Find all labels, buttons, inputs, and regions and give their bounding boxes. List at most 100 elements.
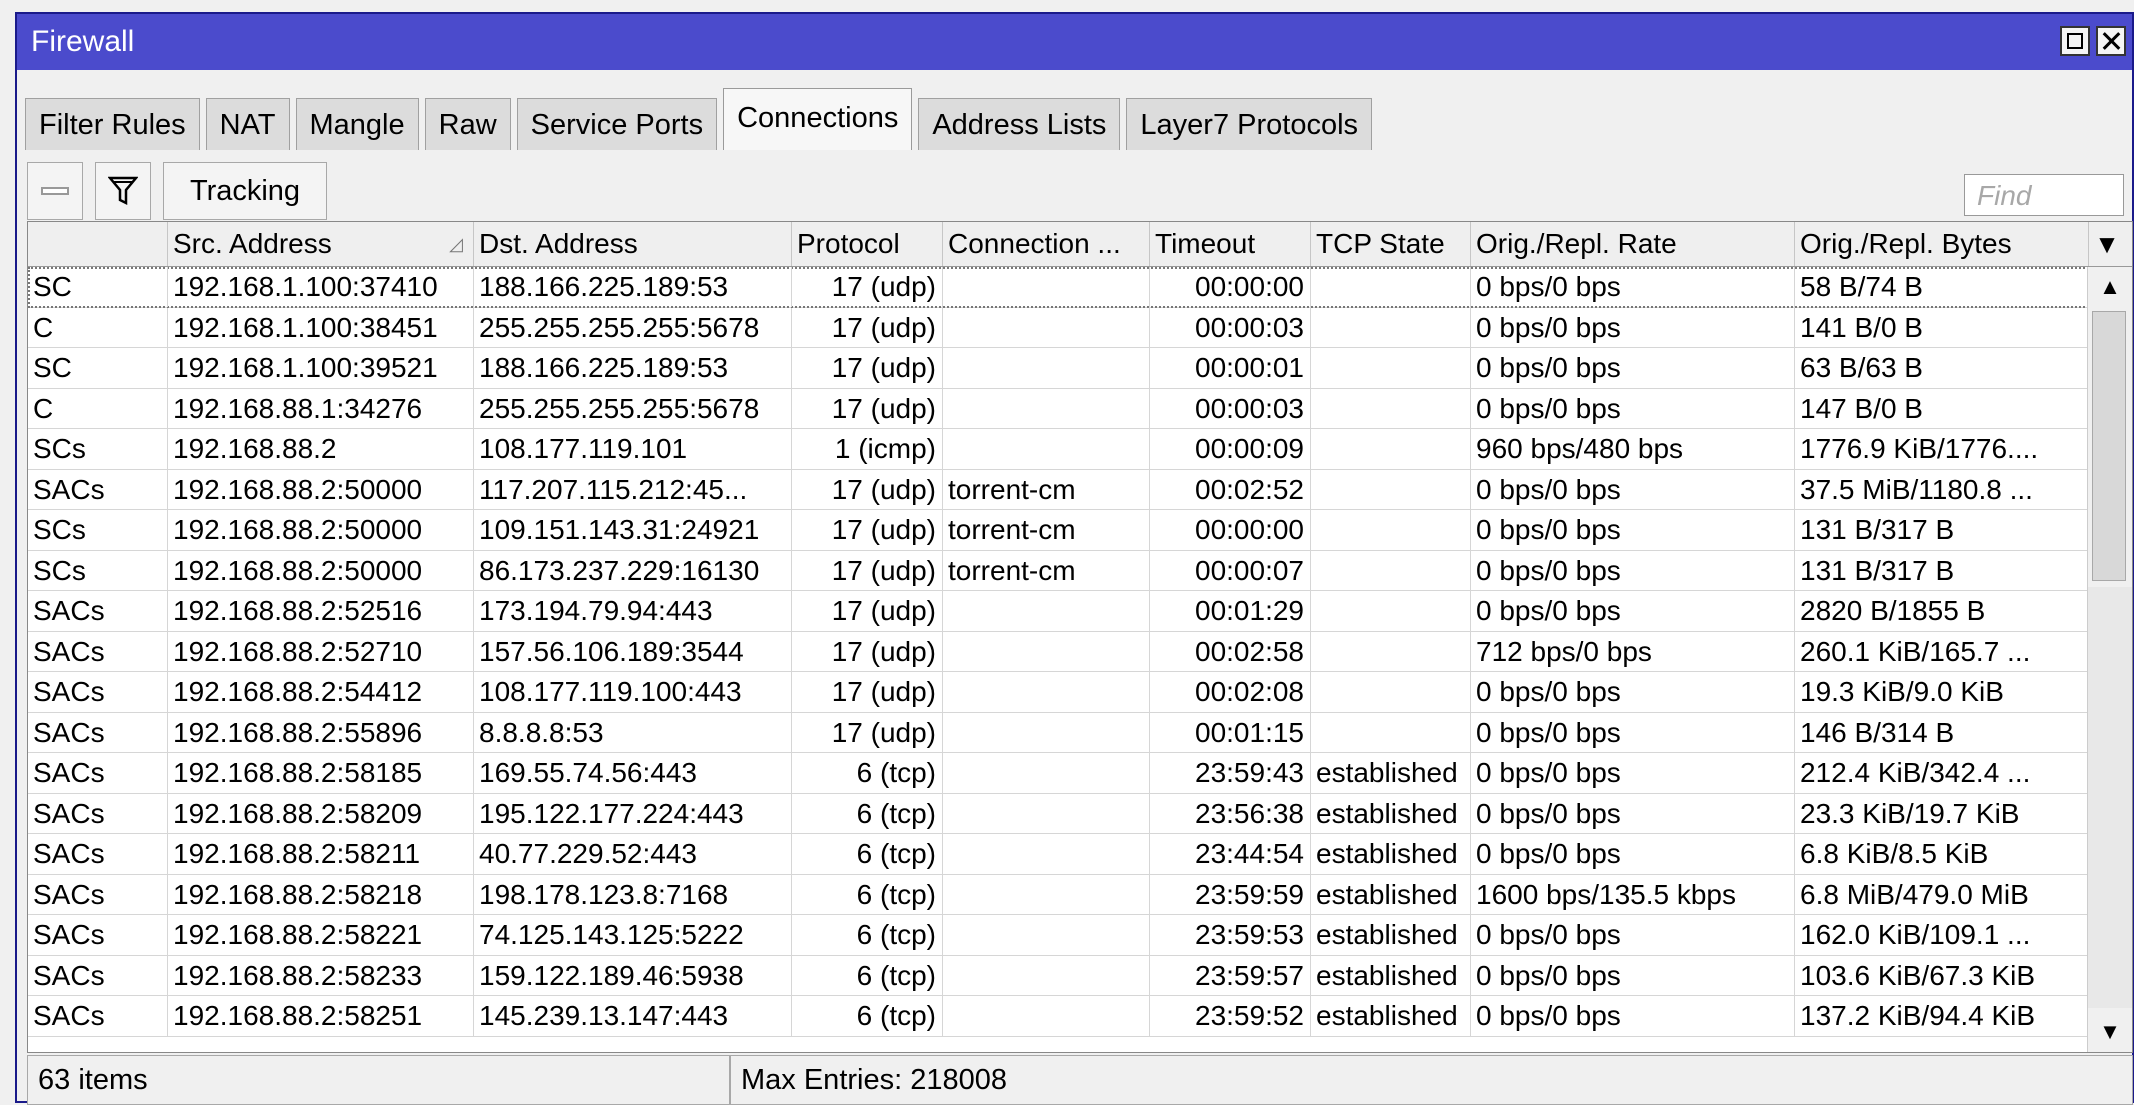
cell-tcp-state: [1311, 267, 1471, 307]
table-row[interactable]: SC 192.168.1.100:39521 188.166.225.189:53 1…: [28, 348, 2089, 389]
cell-timeout: 23:44:54: [1150, 834, 1311, 874]
column-header-tcp-state[interactable]: TCP State: [1311, 222, 1471, 266]
minus-icon: [41, 187, 69, 195]
column-header-orig-repl-rate[interactable]: Orig./Repl. Rate: [1471, 222, 1795, 266]
cell-connection-type: [943, 996, 1150, 1036]
table-row[interactable]: SACs 192.168.88.2:58185 169.55.74.56:443 6 …: [28, 753, 2089, 794]
column-header-timeout[interactable]: Timeout: [1150, 222, 1311, 266]
cell-src-address: 192.168.88.2:58185: [168, 753, 474, 793]
cell-connection-type: [943, 429, 1150, 469]
cell-src-address: 192.168.1.100:39521: [168, 348, 474, 388]
maximize-icon[interactable]: [2060, 26, 2090, 56]
cell-orig-repl-rate: 0 bps/0 bps: [1471, 550, 1795, 591]
table-row[interactable]: SACs 192.168.88.2:58221 74.125.143.125:522…: [28, 915, 2089, 956]
cell-orig-repl-rate: 0 bps/0 bps: [1471, 348, 1795, 388]
cell-orig-repl-rate: 0 bps/0 bps: [1471, 469, 1795, 510]
tab-raw[interactable]: Raw: [424, 98, 511, 150]
tab-address-lists[interactable]: Address Lists: [918, 98, 1121, 150]
cell-dst-address: 169.55.74.56:443: [474, 753, 792, 793]
table-row[interactable]: SACs 192.168.88.2:58209 195.122.177.224:44…: [28, 793, 2089, 834]
cell-flags: SCs: [28, 550, 168, 591]
tab-mangle[interactable]: Mangle: [295, 98, 419, 150]
scroll-track[interactable]: [2088, 587, 2132, 1008]
cell-orig-repl-bytes: 6.8 MiB/479.0 MiB: [1795, 874, 2089, 915]
cell-timeout: 23:56:38: [1150, 793, 1311, 834]
cell-dst-address: 117.207.115.212:45...: [474, 469, 792, 510]
cell-protocol: 6 (tcp): [792, 753, 943, 793]
column-header-connection-type[interactable]: Connection ...: [943, 222, 1150, 266]
table-row[interactable]: C 192.168.1.100:38451 255.255.255.255:5678…: [28, 307, 2089, 348]
cell-tcp-state: [1311, 712, 1471, 753]
column-header-orig-repl-bytes[interactable]: Orig./Repl. Bytes: [1795, 222, 2089, 266]
table-row[interactable]: C 192.168.88.1:34276 255.255.255.255:5678 1…: [28, 388, 2089, 429]
column-header-flags[interactable]: [28, 222, 168, 266]
table-header: Src. Address ◿ Dst. Address Protocol Connect…: [28, 222, 2132, 267]
table-row[interactable]: SACs 192.168.88.2:58211 40.77.229.52:443 6 …: [28, 834, 2089, 875]
table-row[interactable]: SACs 192.168.88.2:55896 8.8.8.8:53 17 (udp)…: [28, 712, 2089, 753]
vertical-scrollbar[interactable]: ▲ ▼: [2087, 267, 2132, 1052]
column-header-label: Orig./Repl. Bytes: [1800, 228, 2012, 259]
cell-timeout: 00:00:00: [1150, 510, 1311, 550]
tracking-button[interactable]: Tracking: [163, 162, 327, 220]
cell-connection-type: [943, 915, 1150, 955]
tab-filter-rules[interactable]: Filter Rules: [25, 98, 200, 150]
cell-tcp-state: established: [1311, 793, 1471, 834]
table-row[interactable]: SCs 192.168.88.2:50000 86.173.237.229:1613…: [28, 550, 2089, 591]
cell-orig-repl-bytes: 1776.9 KiB/1776....: [1795, 429, 2089, 469]
cell-tcp-state: [1311, 550, 1471, 591]
table-row[interactable]: SCs 192.168.88.2 108.177.119.101 1 (icmp) 00…: [28, 429, 2089, 470]
tab-service-ports[interactable]: Service Ports: [516, 98, 718, 150]
column-chooser-icon[interactable]: ▼: [2082, 222, 2132, 266]
column-header-src-address[interactable]: Src. Address ◿: [168, 222, 474, 266]
table-row[interactable]: SCs 192.168.88.2:50000 109.151.143.31:2492…: [28, 510, 2089, 551]
scroll-up-icon[interactable]: ▲: [2088, 267, 2132, 307]
column-header-protocol[interactable]: Protocol: [792, 222, 943, 266]
cell-orig-repl-rate: 0 bps/0 bps: [1471, 591, 1795, 631]
cell-connection-type: [943, 388, 1150, 429]
close-icon[interactable]: [2096, 26, 2126, 56]
column-header-dst-address[interactable]: Dst. Address: [474, 222, 792, 266]
scroll-thumb[interactable]: [2092, 311, 2126, 581]
scroll-down-icon[interactable]: ▼: [2088, 1012, 2132, 1052]
cell-protocol: 17 (udp): [792, 591, 943, 631]
find-input[interactable]: Find: [1964, 174, 2124, 216]
cell-tcp-state: established: [1311, 834, 1471, 874]
cell-orig-repl-bytes: 141 B/0 B: [1795, 307, 2089, 348]
filter-button[interactable]: [95, 162, 151, 220]
table-row[interactable]: SACs 192.168.88.2:52516 173.194.79.94:443 1…: [28, 591, 2089, 632]
cell-timeout: 00:01:29: [1150, 591, 1311, 631]
max-entries: Max Entries: 218008: [730, 1055, 2133, 1105]
cell-connection-type: [943, 307, 1150, 348]
cell-connection-type: [943, 267, 1150, 307]
cell-orig-repl-bytes: 6.8 KiB/8.5 KiB: [1795, 834, 2089, 874]
cell-dst-address: 108.177.119.101: [474, 429, 792, 469]
table-row[interactable]: SC 192.168.1.100:37410 188.166.225.189:53 1…: [28, 267, 2089, 308]
cell-timeout: 00:01:15: [1150, 712, 1311, 753]
tab-layer7-protocols[interactable]: Layer7 Protocols: [1126, 98, 1373, 150]
title-bar[interactable]: Firewall: [17, 14, 2132, 70]
cell-protocol: 6 (tcp): [792, 996, 943, 1036]
tab-nat[interactable]: NAT: [205, 98, 290, 150]
table-row[interactable]: SACs 192.168.88.2:58218 198.178.123.8:7168…: [28, 874, 2089, 915]
cell-connection-type: [943, 712, 1150, 753]
remove-button[interactable]: [27, 162, 83, 220]
cell-protocol: 17 (udp): [792, 388, 943, 429]
cell-dst-address: 86.173.237.229:16130: [474, 550, 792, 591]
cell-orig-repl-bytes: 103.6 KiB/67.3 KiB: [1795, 955, 2089, 996]
cell-orig-repl-bytes: 23.3 KiB/19.7 KiB: [1795, 793, 2089, 834]
cell-dst-address: 188.166.225.189:53: [474, 267, 792, 307]
table-row[interactable]: SACs 192.168.88.2:54412 108.177.119.100:44…: [28, 672, 2089, 713]
table-row[interactable]: SACs 192.168.88.2:58251 145.239.13.147:443…: [28, 996, 2089, 1037]
tab-bar: Filter Rules NAT Mangle Raw Service Ports Con…: [25, 84, 1378, 150]
cell-flags: SACs: [28, 672, 168, 712]
cell-src-address: 192.168.1.100:37410: [168, 267, 474, 307]
table-row[interactable]: SACs 192.168.88.2:58233 159.122.189.46:593…: [28, 955, 2089, 996]
tab-connections[interactable]: Connections: [723, 88, 913, 150]
cell-src-address: 192.168.88.2:52710: [168, 631, 474, 672]
window-title: Firewall: [31, 25, 135, 58]
table-row[interactable]: SACs 192.168.88.2:50000 117.207.115.212:45…: [28, 469, 2089, 510]
table-row[interactable]: SACs 192.168.88.2:52710 157.56.106.189:354…: [28, 631, 2089, 672]
cell-orig-repl-bytes: 162.0 KiB/109.1 ...: [1795, 915, 2089, 955]
cell-orig-repl-rate: 0 bps/0 bps: [1471, 996, 1795, 1036]
cell-orig-repl-bytes: 131 B/317 B: [1795, 510, 2089, 550]
